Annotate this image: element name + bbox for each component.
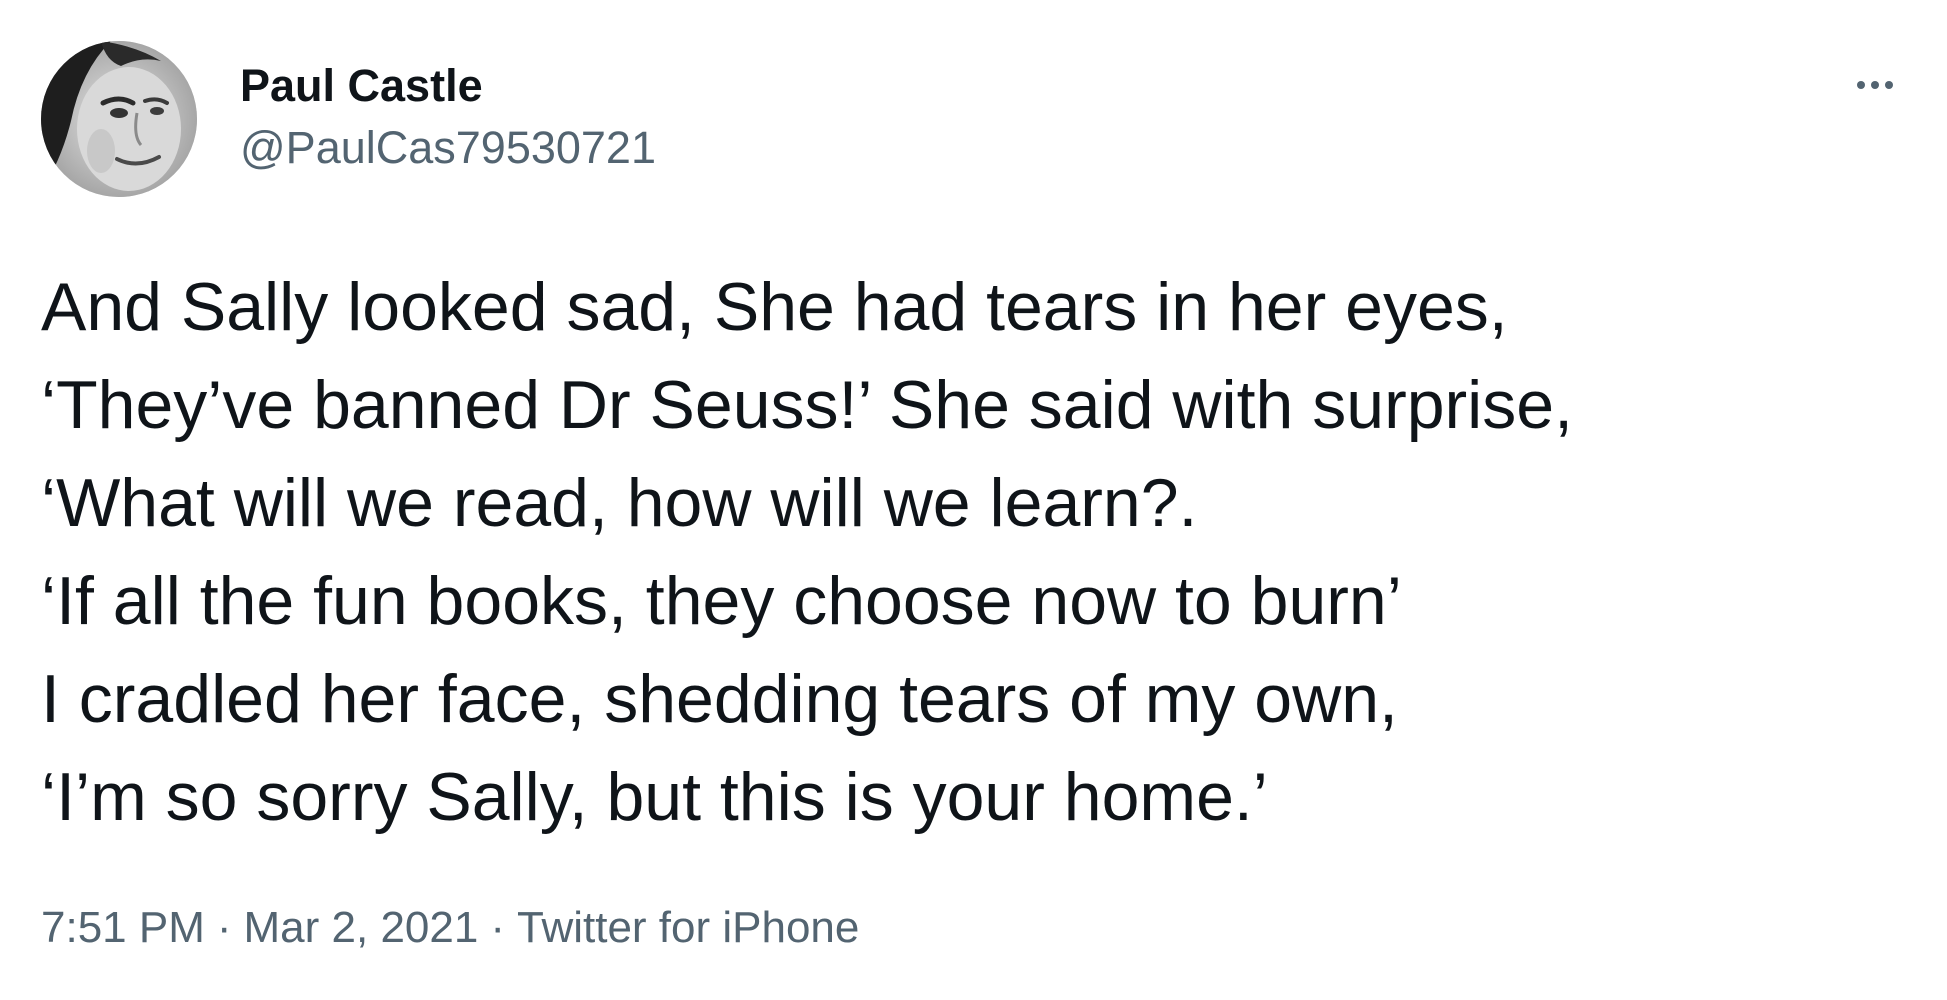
tweet-source[interactable]: Twitter for iPhone bbox=[517, 903, 859, 952]
avatar[interactable] bbox=[41, 41, 197, 197]
meta-separator: · bbox=[216, 903, 232, 952]
author-handle[interactable]: @PaulCas79530721 bbox=[240, 120, 656, 176]
tweet-line: ‘If all the fun books, they choose now t… bbox=[41, 563, 1402, 639]
more-options-icon-dot bbox=[1871, 81, 1879, 89]
tweet-date[interactable]: Mar 2, 2021 bbox=[244, 903, 479, 952]
meta-separator: · bbox=[490, 903, 505, 952]
author-block: Paul Castle @PaulCas79530721 bbox=[240, 58, 656, 176]
tweet-line: And Sally looked sad, She had tears in h… bbox=[41, 269, 1508, 345]
tweet-line: ‘They’ve banned Dr Seuss!’ She said with… bbox=[41, 367, 1573, 443]
more-options-icon bbox=[1857, 81, 1865, 89]
author-display-name[interactable]: Paul Castle bbox=[240, 58, 656, 114]
tweet-card: Paul Castle @PaulCas79530721 And Sally l… bbox=[0, 0, 1947, 1000]
avatar-photo-icon bbox=[41, 41, 197, 197]
tweet-line: I cradled her face, shedding tears of my… bbox=[41, 661, 1398, 737]
tweet-line: ‘I’m so sorry Sally, but this is your ho… bbox=[41, 759, 1268, 835]
tweet-text: And Sally looked sad, She had tears in h… bbox=[41, 258, 1901, 846]
more-options-icon-dot bbox=[1885, 81, 1893, 89]
tweet-line: ‘What will we read, how will we learn?. bbox=[41, 465, 1198, 541]
tweet-time[interactable]: 7:51 PM bbox=[41, 903, 205, 952]
tweet-meta: 7:51 PM · Mar 2, 2021 · Twitter for iPhone bbox=[41, 900, 859, 956]
more-options-button[interactable] bbox=[1840, 60, 1910, 110]
